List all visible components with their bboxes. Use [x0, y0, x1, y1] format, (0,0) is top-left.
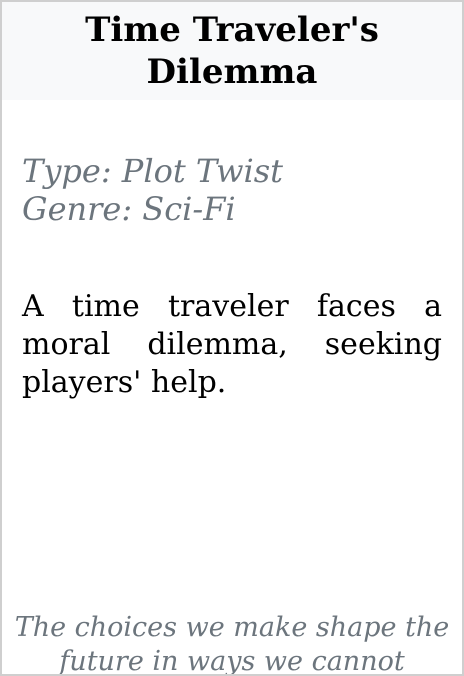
card-genre: Genre: Sci-Fi	[22, 190, 236, 228]
card-meta: Type: Plot Twist Genre: Sci-Fi	[22, 152, 283, 228]
story-card: Time Traveler's Dilemma Type: Plot Twist…	[0, 0, 464, 676]
card-header: Time Traveler's Dilemma	[2, 2, 462, 100]
card-type: Type: Plot Twist	[22, 152, 283, 190]
card-title: Time Traveler's Dilemma	[85, 10, 379, 92]
card-description: A time traveler faces a moral dilemma, s…	[22, 289, 442, 400]
card-quote: The choices we make shape the future in …	[14, 612, 450, 676]
